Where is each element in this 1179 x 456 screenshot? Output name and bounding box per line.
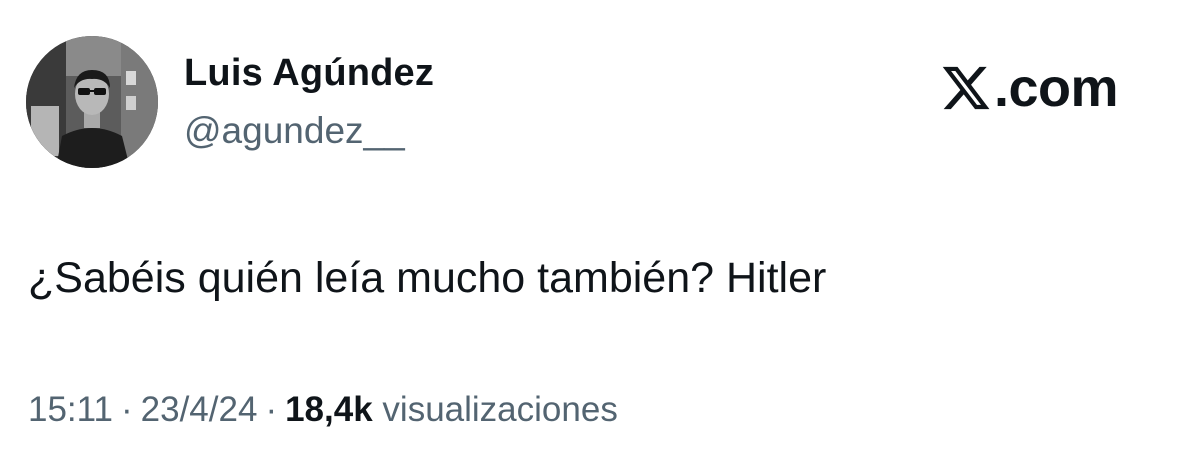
views-label: visualizaciones <box>382 390 618 429</box>
meta-separator: · <box>121 390 133 429</box>
avatar[interactable] <box>26 36 158 168</box>
tweet-time[interactable]: 15:11 <box>28 390 113 429</box>
author-handle[interactable]: @agundez__ <box>184 110 405 152</box>
avatar-photo <box>26 36 158 168</box>
views-count: 18,4k <box>285 390 373 429</box>
tweet-text: ¿Sabéis quién leía mucho también? Hitler <box>28 254 827 302</box>
tweet-date[interactable]: 23/4/24 <box>141 390 258 429</box>
meta-separator: · <box>265 390 278 429</box>
tweet-meta: 15:11 · 23/4/24 · 18,4k visualizaciones <box>28 390 618 430</box>
brand-domain: .com <box>994 58 1119 118</box>
x-logo-icon <box>942 66 990 110</box>
author-display-name[interactable]: Luis Agúndez <box>184 52 434 95</box>
brand-watermark: .com <box>940 58 1119 118</box>
tweet-card: Luis Agúndez @agundez__ .com ¿Sabéis qui… <box>0 0 1179 456</box>
